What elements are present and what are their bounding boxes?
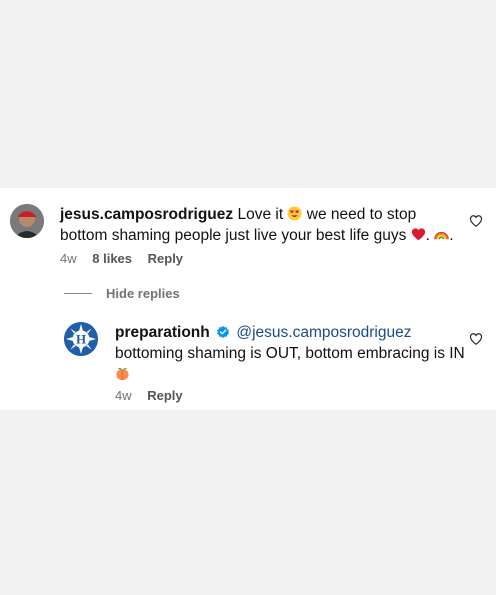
rainbow-emoji-icon	[434, 231, 450, 240]
reply-text: bottoming shaming is OUT, bottom embraci…	[115, 345, 465, 362]
reply-meta: 4w Reply	[115, 388, 195, 403]
main-comment-time: 4w	[60, 251, 77, 266]
reply-username[interactable]: preparationh	[115, 324, 210, 341]
verified-badge-icon	[217, 326, 229, 338]
hide-replies-label: Hide replies	[106, 286, 180, 301]
like-heart-icon[interactable]	[469, 214, 483, 228]
main-comment-body: jesus.camposrodriguez Love it we need to…	[60, 204, 460, 246]
comments-panel: jesus.camposrodriguez Love it we need to…	[0, 188, 496, 410]
reply-mention-link[interactable]: @jesus.camposrodriguez	[236, 324, 411, 341]
reply-like-heart-icon[interactable]	[469, 332, 483, 346]
peach-emoji-icon	[116, 367, 129, 381]
reply-time: 4w	[115, 388, 132, 403]
brand-avatar[interactable]: H	[64, 322, 98, 356]
brand-logo-icon: H	[64, 322, 98, 356]
main-comment-meta: 4w 8 likes Reply	[60, 251, 195, 266]
main-comment-reply-button[interactable]: Reply	[148, 251, 183, 266]
heart-eyes-emoji-icon	[287, 206, 302, 221]
user-avatar[interactable]	[10, 204, 44, 238]
reply-comment-body: preparationh @jesus.camposrodriguez bott…	[115, 322, 465, 385]
user-avatar-image	[10, 204, 44, 238]
hide-replies-toggle[interactable]: Hide replies	[64, 286, 180, 301]
main-comment-username[interactable]: jesus.camposrodriguez	[60, 206, 233, 223]
brand-logo-letter: H	[76, 332, 86, 347]
main-comment-text-3: .	[425, 227, 430, 244]
red-heart-emoji-icon	[411, 228, 425, 241]
main-comment-likes[interactable]: 8 likes	[92, 251, 132, 266]
main-comment-text-4: .	[449, 227, 454, 244]
main-comment-text-1: Love it	[237, 206, 284, 223]
hide-replies-line	[64, 293, 92, 294]
reply-reply-button[interactable]: Reply	[147, 388, 182, 403]
